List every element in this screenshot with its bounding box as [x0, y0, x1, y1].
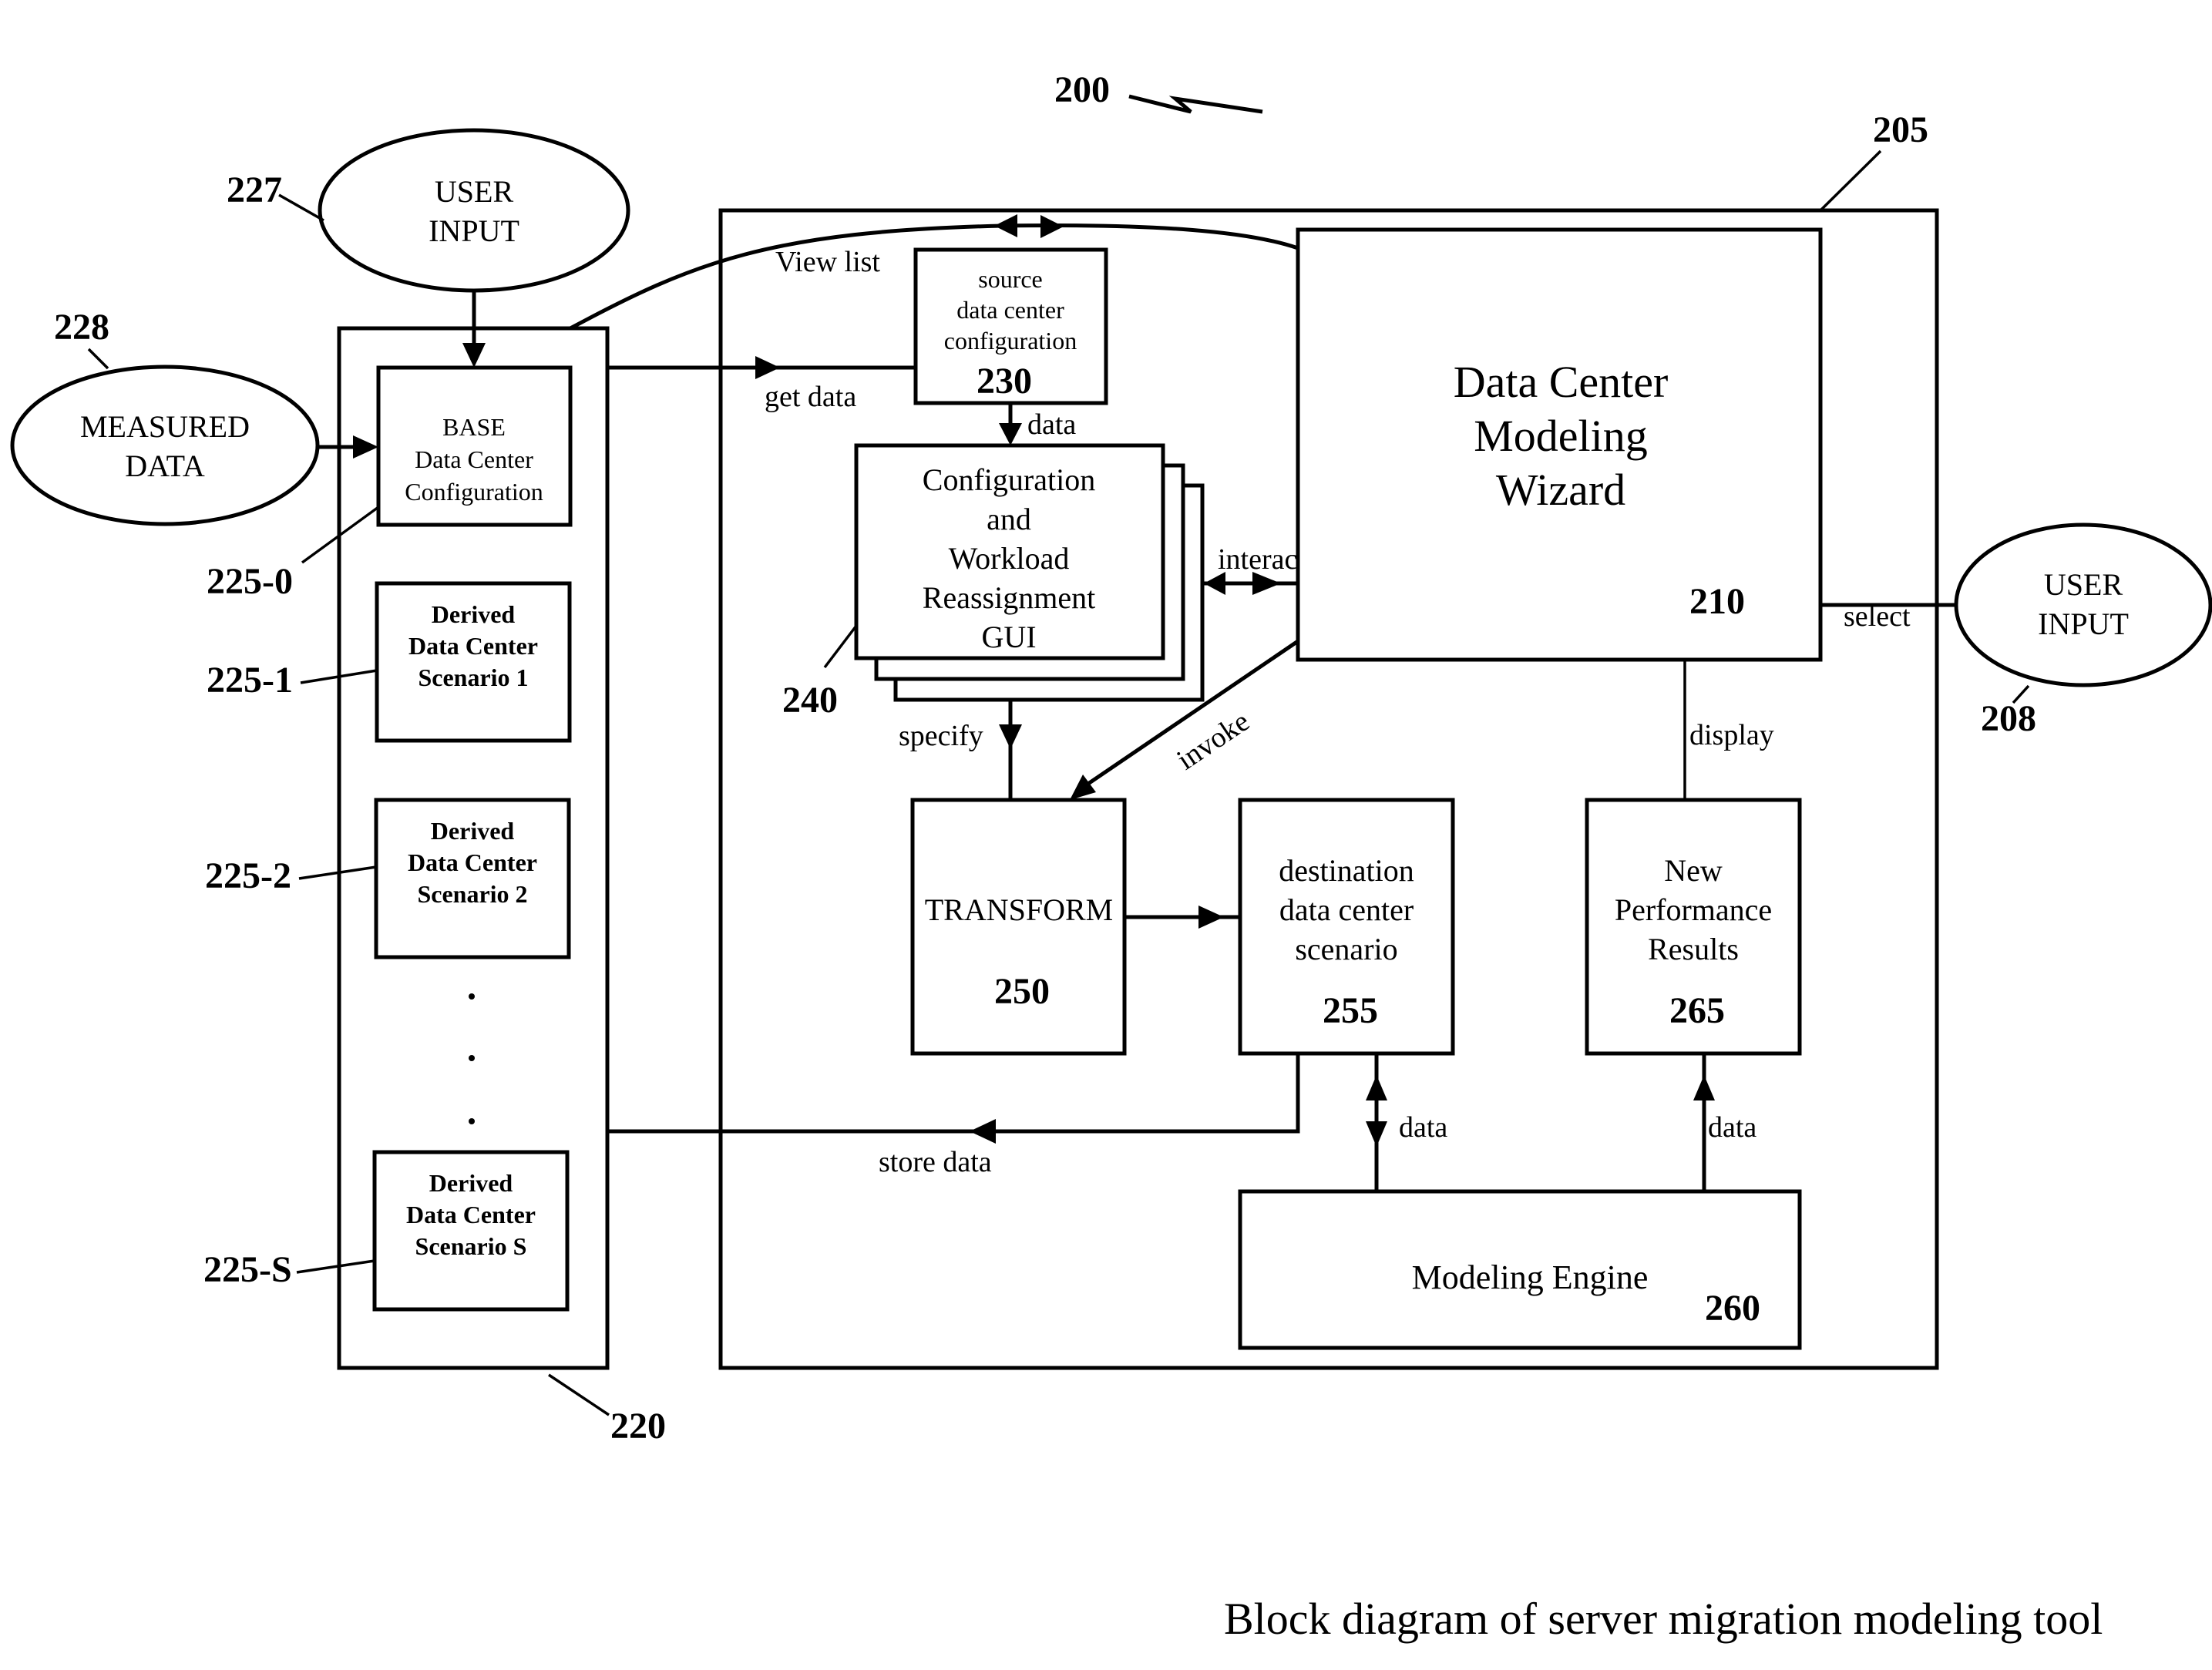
ref-228-leader [87, 348, 109, 370]
svg-text:Wizard: Wizard [1496, 465, 1625, 515]
svg-text:Workload: Workload [949, 541, 1070, 576]
figure-ref-200: 200 [1054, 69, 1110, 110]
ref-225-S: 225-S [203, 1249, 292, 1290]
svg-text:Configuration: Configuration [405, 478, 543, 506]
measured-data: MEASURED DATA [10, 365, 320, 526]
source-config-box[interactable]: source data center configuration 230 [913, 247, 1108, 405]
store-data-label: store data [879, 1146, 992, 1178]
ref-205-leader [1819, 150, 1882, 212]
ref-255: 255 [1323, 990, 1378, 1031]
engine-results-data-label: data [1708, 1111, 1756, 1144]
svg-text:Results: Results [1648, 932, 1739, 966]
base-config-box[interactable]: BASE Data Center Configuration [376, 365, 573, 527]
figure-caption: Block diagram of server migration modeli… [1224, 1594, 2103, 1644]
config-workload-gui-stack[interactable]: Configuration and Workload Reassignment … [854, 443, 1205, 702]
ref-225-1: 225-1 [207, 660, 293, 701]
figure-ref-leader [1128, 94, 1263, 114]
svg-text:and: and [987, 502, 1031, 536]
view-list-label: View list [775, 246, 880, 278]
ref-205: 205 [1873, 109, 1928, 150]
transform-box[interactable]: TRANSFORM 250 [910, 798, 1127, 1056]
ref-220: 220 [610, 1406, 666, 1447]
svg-text:Configuration: Configuration [923, 462, 1095, 497]
svg-text:Scenario 1: Scenario 1 [418, 664, 528, 691]
svg-text:MEASURED: MEASURED [80, 409, 250, 444]
ref-227: 227 [227, 170, 282, 210]
ref-265: 265 [1669, 990, 1725, 1031]
svg-text:Modeling Engine: Modeling Engine [1412, 1258, 1649, 1296]
svg-text:Modeling: Modeling [1474, 411, 1648, 461]
ref-208: 208 [1981, 698, 2036, 739]
svg-text:Derived: Derived [431, 817, 515, 845]
engine-dest-data-label: data [1399, 1111, 1447, 1144]
svg-text:scenario: scenario [1295, 932, 1397, 966]
svg-text:USER: USER [435, 174, 514, 209]
svg-text:INPUT: INPUT [2038, 607, 2129, 641]
modeling-wizard-box[interactable]: Data Center Modeling Wizard 210 [1296, 227, 1823, 662]
destination-scenario-box[interactable]: destination data center scenario 255 [1238, 798, 1455, 1056]
modeling-engine-box[interactable]: Modeling Engine 260 [1238, 1189, 1802, 1350]
block-diagram: 200 USER INPUT 227 MEASURED DATA 228 220… [10, 69, 2212, 1644]
svg-text:Scenario S: Scenario S [415, 1232, 527, 1260]
ref-220-leader [548, 1373, 610, 1416]
svg-text:GUI: GUI [981, 620, 1036, 654]
source-data-label: data [1027, 408, 1076, 441]
svg-text:configuration: configuration [944, 327, 1077, 354]
user-input-top: USER INPUT [318, 128, 630, 293]
ref-230: 230 [977, 361, 1032, 402]
svg-text:INPUT: INPUT [429, 213, 519, 248]
ref-227-leader [278, 193, 324, 222]
svg-text:Performance: Performance [1615, 892, 1772, 927]
svg-text:Data Center: Data Center [1454, 357, 1669, 407]
svg-text:New: New [1664, 853, 1723, 888]
select-label: select [1844, 600, 1911, 633]
svg-text:Data Center: Data Center [415, 445, 533, 473]
svg-text:TRANSFORM: TRANSFORM [925, 892, 1114, 927]
get-data-label: get data [765, 381, 856, 413]
svg-text:Data Center: Data Center [408, 848, 537, 876]
performance-results-box[interactable]: New Performance Results 265 [1585, 798, 1802, 1056]
derived-scenario-2-box[interactable]: Derived Data Center Scenario 2 [374, 798, 571, 959]
interact-label: interact [1218, 543, 1306, 576]
derived-scenario-s-box[interactable]: Derived Data Center Scenario S [372, 1150, 570, 1312]
ref-240: 240 [782, 680, 838, 721]
ref-228: 228 [54, 307, 109, 348]
user-input-right: USER INPUT [1954, 523, 2212, 687]
ref-225-2: 225-2 [205, 855, 291, 896]
derived-scenario-1-box[interactable]: Derived Data Center Scenario 1 [375, 581, 572, 743]
ref-210: 210 [1689, 581, 1745, 622]
svg-text:Reassignment: Reassignment [923, 580, 1095, 615]
svg-text:Data Center: Data Center [408, 632, 538, 660]
ref-260: 260 [1705, 1288, 1760, 1329]
svg-text:Derived: Derived [432, 600, 516, 628]
svg-text:Data Center: Data Center [406, 1201, 536, 1228]
ref-250: 250 [994, 971, 1050, 1012]
svg-text:USER: USER [2044, 567, 2123, 602]
svg-text:data center: data center [956, 296, 1064, 324]
svg-text:DATA: DATA [125, 449, 205, 483]
svg-text:Scenario 2: Scenario 2 [417, 880, 527, 908]
ref-225-0: 225-0 [207, 561, 293, 602]
svg-text:Derived: Derived [429, 1169, 513, 1197]
svg-text:data center: data center [1279, 892, 1414, 927]
svg-text:source: source [978, 265, 1043, 293]
specify-label: specify [899, 720, 983, 752]
display-label: display [1689, 719, 1774, 751]
svg-text:BASE: BASE [442, 413, 506, 441]
svg-text:destination: destination [1279, 853, 1414, 888]
